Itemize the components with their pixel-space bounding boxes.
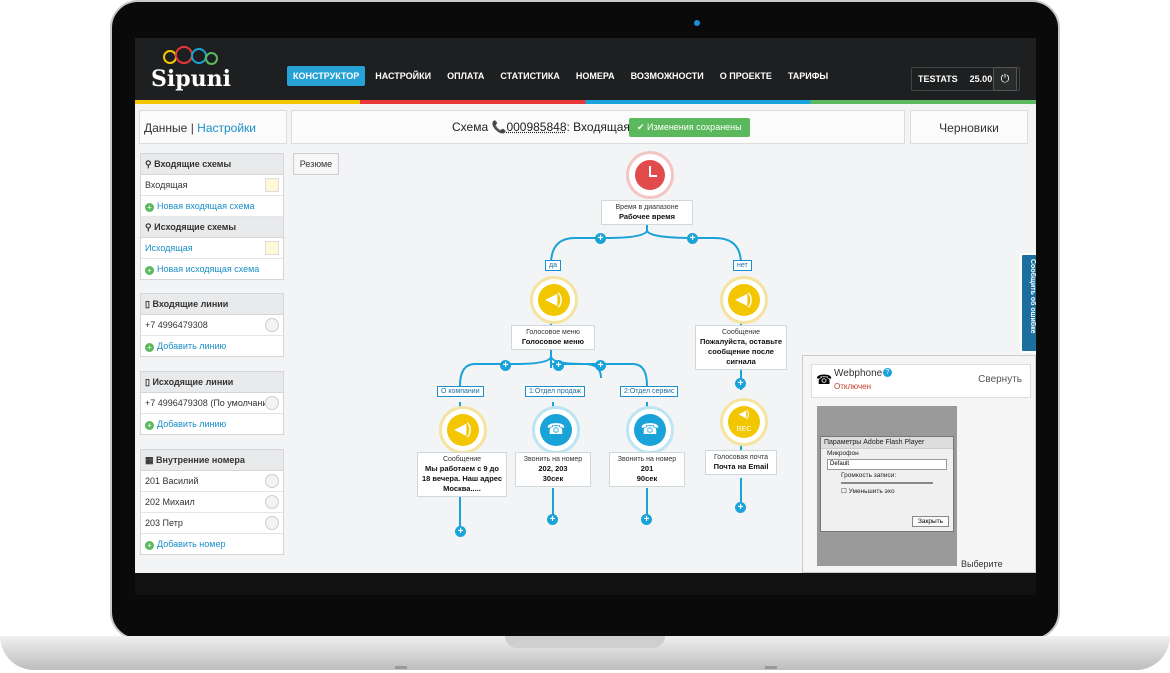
branch-about-company[interactable]: О компании [437,386,484,397]
add-node-plus-icon[interactable]: + [455,526,466,537]
speaker-icon[interactable]: ◀) [720,276,768,324]
mic-select[interactable]: Default [827,459,947,470]
call-service-label[interactable]: Звонить на номер 201 90сек [609,452,685,487]
voicemail-label[interactable]: Голосовая почта Почта на Email [705,450,777,475]
telephone-icon: ☎ [816,372,833,387]
branch-no[interactable]: нет [733,260,752,271]
voicemail-rec-icon[interactable]: ◀) REC [720,398,768,446]
help-icon[interactable]: ? [883,368,892,377]
time-range-label[interactable]: Время в диапазоне Рабочее время [601,200,693,225]
call-sales-label[interactable]: Звонить на номер 202, 203 30сек [515,452,591,487]
clock-icon[interactable] [626,151,674,199]
add-node-plus-icon[interactable]: + [547,514,558,525]
echo-checkbox[interactable]: ☐ Уменьшить эхо [821,486,953,496]
branch-sales[interactable]: 1:Отдел продаж [525,386,586,397]
message-node-label[interactable]: Сообщение Пожалуйста, оставьте сообщение … [695,325,787,370]
add-node-plus-icon[interactable]: + [553,360,564,371]
branch-yes[interactable]: да [545,260,561,271]
webphone-status: Отключен [834,382,872,391]
call-forward-icon[interactable]: ☎ [626,406,674,454]
branch-service[interactable]: 2:Отдел сервис [620,386,679,397]
flash-dialog-title: Параметры Adobe Flash Player [821,437,953,449]
webphone-header: ☎ Webphone ? Отключен Свернуть [811,364,1031,398]
rec-label: REC [736,426,752,433]
app-screen: Sipuni КОНСТРУКТОР НАСТРОЙКИ ОПЛАТА СТАТ… [135,38,1036,573]
laptop-notch [505,636,665,648]
report-error-tab[interactable]: Сообщить об ошибке [1020,253,1036,353]
message-company-label[interactable]: Сообщение Мы работаем с 9 до 18 вечера. Н… [417,452,507,497]
webphone-widget: ☎ Webphone ? Отключен Свернуть Параметры… [802,355,1036,573]
add-node-plus-icon[interactable]: + [735,378,746,389]
add-node-plus-icon[interactable]: + [595,233,606,244]
flash-settings-dialog: Параметры Adobe Flash Player Микрофон De… [820,436,954,532]
volume-label: Громкость записи: [841,472,897,479]
mic-label: Микрофон [827,450,859,457]
choose-text: Выберите [961,559,1003,569]
laptop-foot [395,666,407,669]
add-node-plus-icon[interactable]: + [595,360,606,371]
laptop-foot [765,666,777,669]
collapse-button[interactable]: Свернуть [978,374,1022,385]
camera [694,20,700,26]
flash-player-area: Параметры Adobe Flash Player Микрофон De… [817,406,957,566]
close-button[interactable]: Закрыть [911,516,949,527]
call-forward-icon[interactable]: ☎ [532,406,580,454]
add-node-plus-icon[interactable]: + [500,360,511,371]
add-node-plus-icon[interactable]: + [641,514,652,525]
add-node-plus-icon[interactable]: + [687,233,698,244]
add-node-plus-icon[interactable]: + [735,502,746,513]
voice-menu-label[interactable]: Голосовое меню Голосовое меню [511,325,595,350]
webphone-title: Webphone [834,368,883,379]
speaker-icon[interactable]: ◀) [439,406,487,454]
voice-menu-icon[interactable]: ◀) [530,276,578,324]
screen-chin [135,573,1036,595]
volume-slider[interactable] [841,482,933,484]
